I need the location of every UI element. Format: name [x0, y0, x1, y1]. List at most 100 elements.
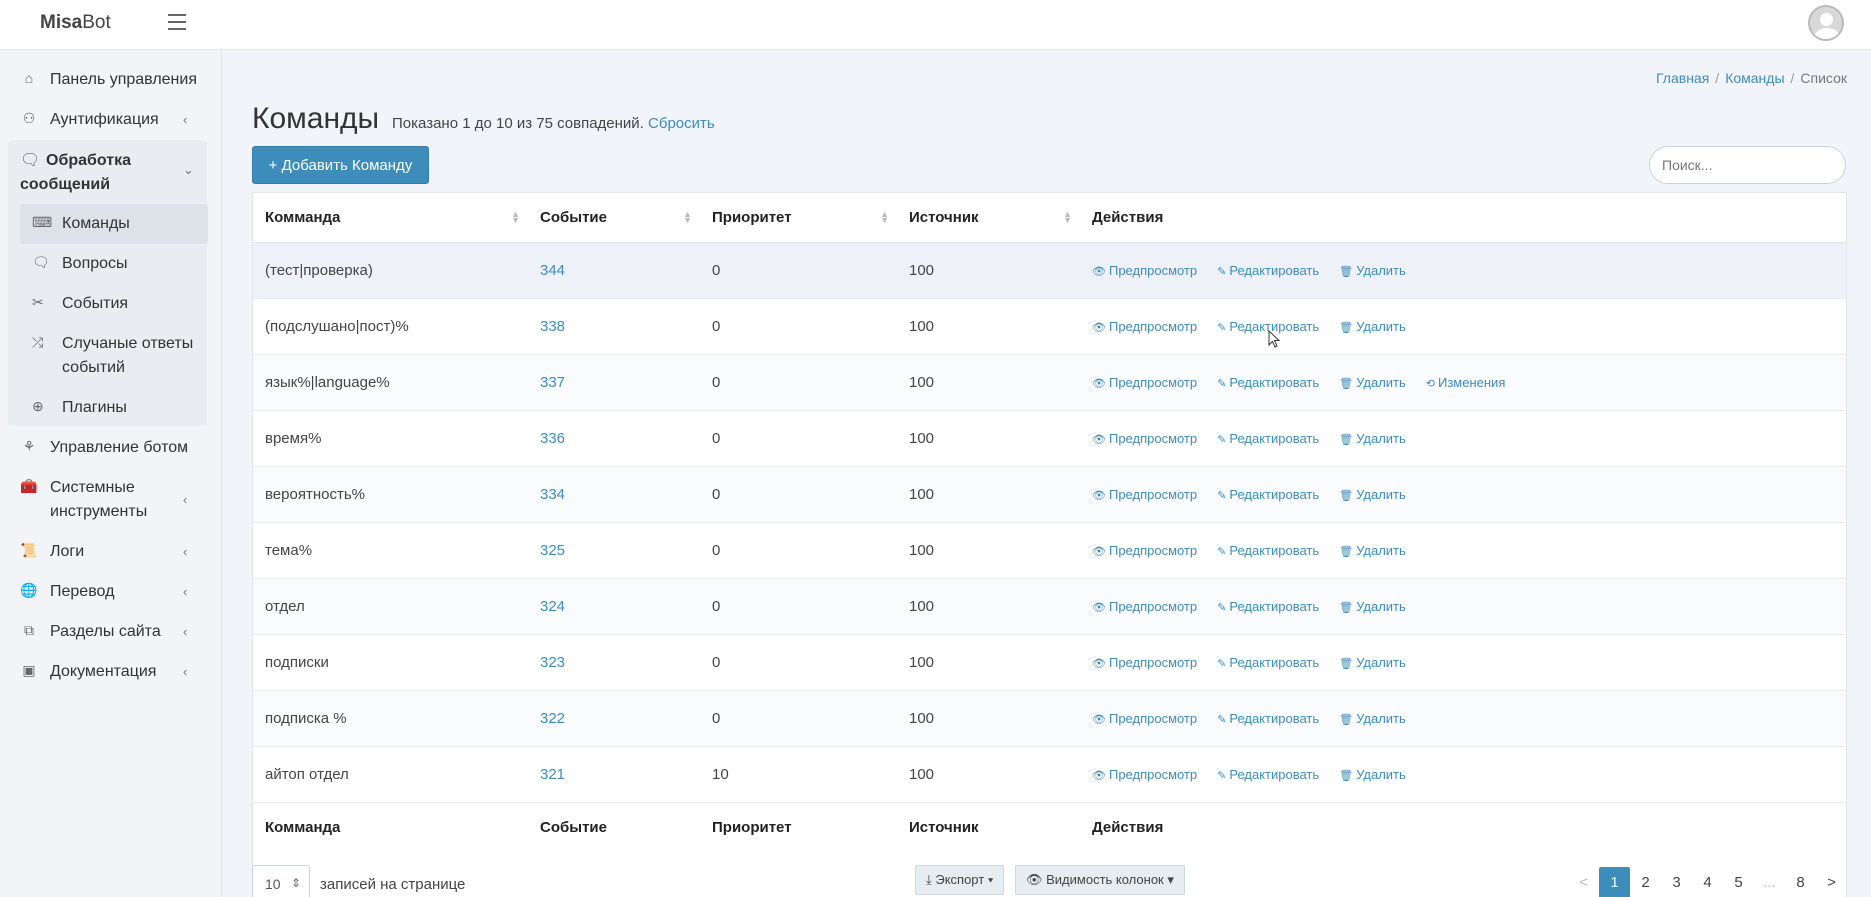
edit-link[interactable]: ✎ Редактировать	[1217, 487, 1319, 502]
eye-icon: 👁	[1092, 713, 1106, 726]
cell-source: 100	[897, 634, 1080, 691]
cell-event: 334	[528, 466, 700, 523]
cell-event: 322	[528, 690, 700, 747]
menu-toggle-icon[interactable]	[168, 14, 186, 30]
edit-link[interactable]: ✎ Редактировать	[1217, 711, 1319, 726]
export-button[interactable]: ⤓ Экспорт ▾	[915, 865, 1005, 895]
delete-link[interactable]: 🗑 Удалить	[1339, 767, 1406, 782]
cell-event: 344	[528, 242, 700, 299]
cell-command: (подслушано|пост)%	[253, 298, 528, 355]
page-button[interactable]: 2	[1630, 867, 1661, 897]
delete-link[interactable]: 🗑 Удалить	[1339, 431, 1406, 446]
page-button[interactable]: 8	[1785, 867, 1816, 897]
event-link[interactable]: 325	[540, 542, 565, 559]
page-next-button[interactable]: >	[1816, 867, 1847, 897]
cell-actions: 👁 Предпросмотр ✎ Редактировать 🗑 Удалить	[1080, 746, 1846, 803]
comments-icon: 🗨	[20, 152, 41, 169]
trash-icon: 🗑	[1339, 265, 1354, 278]
event-link[interactable]: 337	[540, 374, 565, 391]
delete-link[interactable]: 🗑 Удалить	[1339, 543, 1406, 558]
preview-link[interactable]: 👁 Предпросмотр	[1092, 767, 1197, 782]
preview-link[interactable]: 👁 Предпросмотр	[1092, 319, 1197, 334]
preview-link[interactable]: 👁 Предпросмотр	[1092, 711, 1197, 726]
column-header-priority[interactable]: Приоритет ▲ ▼	[700, 193, 897, 243]
edit-link[interactable]: ✎ Редактировать	[1217, 543, 1319, 558]
edit-link[interactable]: ✎ Редактировать	[1217, 375, 1319, 390]
brand-logo[interactable]: MisaBot	[40, 12, 111, 34]
delete-link[interactable]: 🗑 Удалить	[1339, 599, 1406, 614]
edit-link[interactable]: ✎ Редактировать	[1217, 599, 1319, 614]
edit-link[interactable]: ✎ Редактировать	[1217, 263, 1319, 278]
page-prev-button[interactable]: <	[1568, 867, 1599, 897]
preview-link[interactable]: 👁 Предпросмотр	[1092, 431, 1197, 446]
edit-link[interactable]: ✎ Редактировать	[1217, 431, 1319, 446]
edit-icon: ✎	[1217, 489, 1227, 502]
add-command-button[interactable]: + Добавить Команду	[252, 146, 429, 184]
search-input[interactable]	[1649, 146, 1846, 184]
column-header-event[interactable]: Событие ▲ ▼	[528, 193, 700, 243]
cell-priority: 0	[700, 298, 897, 355]
sidebar-item-system-tools[interactable]: 🧰 Системные инструменты ‹	[0, 478, 222, 526]
page-button[interactable]: 1	[1599, 867, 1630, 897]
event-link[interactable]: 336	[540, 430, 565, 447]
trash-icon: 🗑	[1339, 545, 1354, 558]
page-button[interactable]: 5	[1723, 867, 1754, 897]
event-link[interactable]: 321	[540, 766, 565, 783]
cell-command: тема%	[253, 522, 528, 579]
sidebar-item-commands[interactable]: ⌨ Команды	[20, 204, 208, 244]
preview-link[interactable]: 👁 Предпросмотр	[1092, 599, 1197, 614]
event-link[interactable]: 344	[540, 262, 565, 279]
event-link[interactable]: 338	[540, 318, 565, 335]
mouse-cursor-icon	[1268, 330, 1281, 348]
trash-icon: 🗑	[1339, 769, 1354, 782]
column-header-command[interactable]: Комманда ▲ ▼	[253, 193, 528, 243]
cell-command: (тест|проверка)	[253, 242, 528, 299]
preview-link[interactable]: 👁 Предпросмотр	[1092, 655, 1197, 670]
event-link[interactable]: 324	[540, 598, 565, 615]
eye-icon: 👁	[1092, 769, 1106, 782]
sidebar-item-message-processing[interactable]: 🗨 Обработка сообщений	[20, 149, 180, 197]
preview-link[interactable]: 👁 Предпросмотр	[1092, 263, 1197, 278]
delete-link[interactable]: 🗑 Удалить	[1339, 655, 1406, 670]
chevron-left-icon: ‹	[183, 112, 188, 127]
preview-link[interactable]: 👁 Предпросмотр	[1092, 487, 1197, 502]
page-button[interactable]: 4	[1692, 867, 1723, 897]
event-link[interactable]: 334	[540, 486, 565, 503]
cell-command: подписка %	[253, 690, 528, 747]
eye-icon: 👁	[1092, 265, 1106, 278]
event-link[interactable]: 323	[540, 654, 565, 671]
scroll-icon: 📜	[20, 542, 38, 558]
delete-link[interactable]: 🗑 Удалить	[1339, 319, 1406, 334]
edit-link[interactable]: ✎ Редактировать	[1217, 767, 1319, 782]
breadcrumb-home[interactable]: Главная	[1656, 70, 1709, 86]
table-footer-controls: 10 записей на странице ⤓ Экспорт ▾ 👁 Вид…	[252, 865, 1847, 897]
preview-link[interactable]: 👁 Предпросмотр	[1092, 375, 1197, 390]
delete-link[interactable]: 🗑 Удалить	[1339, 263, 1406, 278]
per-page-select[interactable]: 10	[252, 865, 310, 897]
sidebar-item-random-responses[interactable]: ⤮ Случаные ответы событий	[20, 334, 208, 378]
page-button[interactable]: 3	[1661, 867, 1692, 897]
cell-priority: 0	[700, 242, 897, 299]
breadcrumb-commands[interactable]: Команды	[1725, 70, 1784, 86]
edit-icon: ✎	[1217, 657, 1227, 670]
sort-icon: ▲ ▼	[511, 209, 520, 225]
footer-priority: Приоритет	[700, 801, 897, 852]
event-link[interactable]: 322	[540, 710, 565, 727]
user-avatar[interactable]	[1808, 5, 1844, 41]
cell-source: 100	[897, 242, 1080, 299]
delete-link[interactable]: 🗑 Удалить	[1339, 487, 1406, 502]
reset-link[interactable]: Сбросить	[648, 115, 715, 132]
page-title: Команды	[252, 102, 380, 135]
cell-command: вероятность%	[253, 466, 528, 523]
edit-link[interactable]: ✎ Редактировать	[1217, 655, 1319, 670]
changes-link[interactable]: ⟲ Изменения	[1426, 375, 1506, 390]
column-header-source[interactable]: Источник ▲ ▼	[897, 193, 1080, 243]
delete-link[interactable]: 🗑 Удалить	[1339, 711, 1406, 726]
preview-link[interactable]: 👁 Предпросмотр	[1092, 543, 1197, 558]
column-header-actions: Действия	[1080, 193, 1846, 243]
cell-command: отдел	[253, 578, 528, 635]
column-visibility-button[interactable]: 👁 Видимость колонок ▾	[1015, 865, 1185, 895]
delete-link[interactable]: 🗑 Удалить	[1339, 375, 1406, 390]
per-page-label: записей на странице	[320, 876, 466, 893]
cell-actions: 👁 Предпросмотр ✎ Редактировать 🗑 Удалить	[1080, 410, 1846, 467]
